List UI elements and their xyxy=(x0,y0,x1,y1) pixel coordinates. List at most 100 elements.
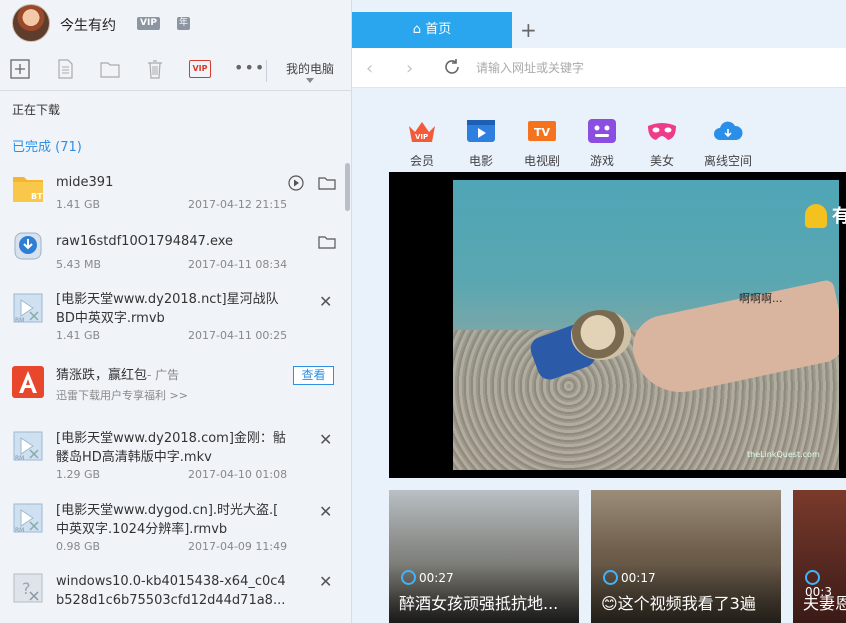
file-size: 1.29 GB xyxy=(56,468,101,481)
category-beauty[interactable]: 美女 xyxy=(632,118,692,169)
video-file-broken-icon: RM xyxy=(12,292,44,324)
folder-icon[interactable] xyxy=(99,58,121,80)
file-size: 5.43 MB xyxy=(56,258,102,271)
category-cloud[interactable]: 离线空间 xyxy=(692,118,764,169)
more-icon[interactable]: ••• xyxy=(234,58,265,77)
file-name-line2: 髅岛HD高清韩版中字.mkv xyxy=(56,450,212,465)
home-icon: ⌂ xyxy=(412,22,426,37)
file-name: [电影天堂www.dygod.cn].时光大盗.[ xyxy=(56,503,279,518)
video-duration: 00:17 xyxy=(603,570,656,585)
back-icon[interactable]: ‹ xyxy=(366,58,373,79)
file-name: mide391 xyxy=(56,175,114,190)
view-button[interactable]: 查看 xyxy=(293,366,334,385)
file-name-line2: b528d1c6b75503cfd12d44d71a8... xyxy=(56,593,286,608)
file-name: [电影天堂www.dy2018.nct]星河战队 xyxy=(56,292,279,307)
ad-subtitle[interactable]: 迅雷下载用户专享福利 >> xyxy=(56,387,188,403)
video-watermark: theLinkQuest.com xyxy=(747,450,820,459)
file-size: 1.41 GB xyxy=(56,198,101,211)
side-text: 有 xyxy=(832,206,846,227)
game-icon xyxy=(588,119,616,143)
section-completed[interactable]: 已完成 (71) xyxy=(12,136,82,155)
file-date: 2017-04-09 11:49 xyxy=(188,540,288,553)
svg-text:RM: RM xyxy=(15,527,24,534)
video-title: 夫妻恩 xyxy=(803,594,846,613)
year-badge: 年 xyxy=(177,17,190,30)
svg-text:?: ? xyxy=(22,579,31,598)
unknown-file-icon: ? xyxy=(12,572,44,604)
ad-item[interactable]: 猜涨跌，赢红包- 广告 迅雷下载用户专享福利 >> 查看 xyxy=(0,358,344,408)
file-size: 0.98 GB xyxy=(56,540,101,553)
category-vip[interactable]: VIP 会员 xyxy=(392,118,452,169)
video-title: 😊这个视频我看了3遍 xyxy=(601,594,756,613)
svg-text:TV: TV xyxy=(534,126,551,139)
close-icon[interactable]: ✕ xyxy=(319,502,332,521)
file-date: 2017-04-12 21:15 xyxy=(188,198,288,211)
video-player[interactable]: 啊啊啊... theLinkQuest.com 有 xyxy=(389,172,846,478)
close-icon[interactable]: ✕ xyxy=(319,430,332,449)
thumbnail-card[interactable]: 00:3 夫妻恩 xyxy=(793,490,846,623)
user-header: 今生有约 VIP 年 xyxy=(0,0,351,48)
svg-text:VIP: VIP xyxy=(415,133,428,141)
file-date: 2017-04-10 01:08 xyxy=(188,468,288,481)
scrollbar-thumb[interactable] xyxy=(345,163,350,211)
file-date: 2017-04-11 00:25 xyxy=(188,329,288,342)
address-bar: ‹ › xyxy=(352,48,846,88)
cloud-icon xyxy=(714,121,743,140)
ad-logo-icon xyxy=(12,366,44,398)
ad-title: 猜涨跌，赢红包- 广告 xyxy=(56,368,180,383)
user-name[interactable]: 今生有约 xyxy=(60,15,116,35)
close-icon[interactable]: ✕ xyxy=(319,572,332,591)
chevron-down-icon[interactable] xyxy=(306,78,314,83)
list-item[interactable]: raw16stdf10O1794847.exe 5.43 MB 2017-04-… xyxy=(0,222,344,277)
address-input[interactable] xyxy=(476,56,826,80)
video-duration: 00:27 xyxy=(401,570,454,585)
tab-home[interactable]: ⌂ 首页 xyxy=(352,12,512,48)
svg-text:RM: RM xyxy=(15,455,24,462)
clock-icon xyxy=(603,570,618,585)
avatar[interactable] xyxy=(12,4,50,42)
bt-folder-icon: BT xyxy=(12,172,44,204)
video-title: 醉酒女孩顽强抵抗地... xyxy=(399,594,559,613)
clock-icon xyxy=(805,570,820,585)
document-icon[interactable] xyxy=(54,58,76,80)
list-item[interactable]: RM [电影天堂www.dygod.cn].时光大盗.[ 中英双字.1024分辨… xyxy=(0,494,344,559)
section-downloading[interactable]: 正在下载 xyxy=(12,101,60,118)
forward-icon[interactable]: › xyxy=(406,58,413,79)
clock-icon xyxy=(401,570,416,585)
category-movie[interactable]: 电影 xyxy=(451,118,511,169)
file-name: windows10.0-kb4015438-x64_c0c4 xyxy=(56,574,286,589)
list-item[interactable]: RM [电影天堂www.dy2018.nct]星河战队 BD中英双字.rmvb … xyxy=(0,284,344,349)
video-thumbnails: 00:27 醉酒女孩顽强抵抗地... 00:17 😊这个视频我看了3遍 00:3… xyxy=(389,490,846,623)
thumbnail-card[interactable]: 00:17 😊这个视频我看了3遍 xyxy=(591,490,781,623)
download-panel: 今生有约 VIP 年 VIP ••• 我的电脑 正在下载 已完成 (71) BT… xyxy=(0,0,352,623)
list-item[interactable]: RM [电影天堂www.dy2018.com]金刚：骷 髅岛HD高清韩版中字.m… xyxy=(0,422,344,487)
vip-icon[interactable]: VIP xyxy=(189,60,211,78)
new-task-icon[interactable] xyxy=(9,58,31,80)
refresh-icon[interactable] xyxy=(442,57,462,77)
close-icon[interactable]: ✕ xyxy=(319,292,332,311)
category-tv[interactable]: TV 电视剧 xyxy=(512,118,572,169)
location-selector[interactable]: 我的电脑 xyxy=(268,60,351,77)
video-scene xyxy=(571,310,631,360)
movie-icon xyxy=(467,120,495,142)
download-list: BT mide391 1.41 GB 2017-04-12 21:15 raw1… xyxy=(0,162,351,623)
svg-text:RM: RM xyxy=(15,317,24,324)
emoji-icon xyxy=(805,204,827,228)
open-folder-icon[interactable] xyxy=(318,233,336,251)
thumbnail-card[interactable]: 00:27 醉酒女孩顽强抵抗地... xyxy=(389,490,579,623)
installer-icon xyxy=(12,230,44,262)
trash-icon[interactable] xyxy=(144,58,166,80)
file-name-line2: 中英双字.1024分辨率].rmvb xyxy=(56,522,228,537)
file-name: [电影天堂www.dy2018.com]金刚：骷 xyxy=(56,431,286,446)
list-item[interactable]: BT mide391 1.41 GB 2017-04-12 21:15 xyxy=(0,162,344,217)
file-name: raw16stdf10O1794847.exe xyxy=(56,234,234,249)
play-icon[interactable] xyxy=(287,174,305,192)
video-file-broken-icon: RM xyxy=(12,502,44,534)
mask-icon xyxy=(648,123,676,140)
tv-icon: TV xyxy=(528,121,556,141)
new-tab-button[interactable]: + xyxy=(520,18,537,42)
category-game[interactable]: 游戏 xyxy=(572,118,632,169)
vip-badge[interactable]: VIP xyxy=(137,17,160,30)
open-folder-icon[interactable] xyxy=(318,174,336,192)
list-item[interactable]: ? windows10.0-kb4015438-x64_c0c4 b528d1c… xyxy=(0,566,344,623)
